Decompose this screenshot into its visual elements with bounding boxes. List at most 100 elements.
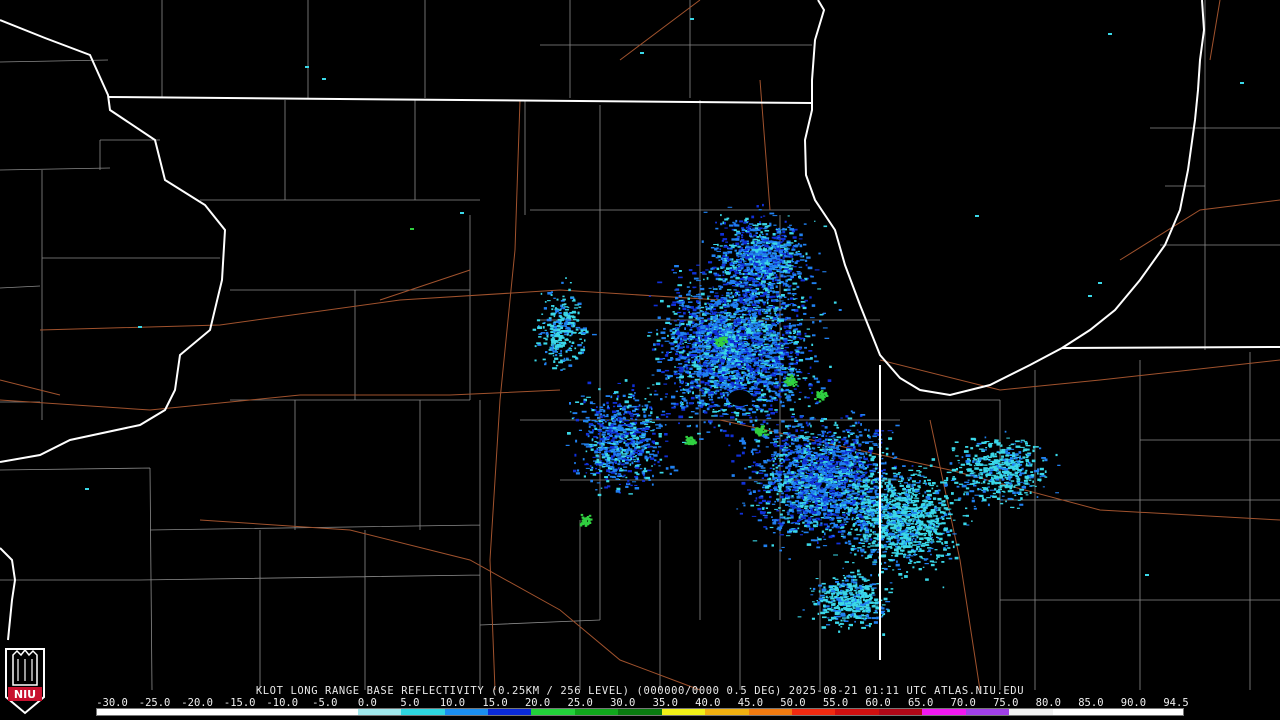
- echo-pixel: [747, 318, 750, 320]
- echo-pixel: [881, 430, 885, 432]
- echo-pixel: [751, 339, 754, 342]
- echo-pixel: [733, 322, 737, 325]
- echo-pixel: [834, 463, 839, 466]
- echo-pixel: [720, 233, 724, 236]
- echo-pixel: [759, 234, 761, 237]
- echo-pixel: [798, 238, 803, 240]
- echo-pixel: [817, 538, 822, 541]
- echo-pixel: [750, 286, 753, 288]
- echo-pixel: [753, 334, 756, 336]
- echo-pixel: [735, 284, 739, 286]
- echo-pixel: [757, 444, 760, 448]
- echo-pixel: [714, 414, 718, 417]
- echo-pixel: [865, 453, 868, 455]
- echo-pixel: [721, 365, 727, 367]
- echo-pixel: [687, 320, 693, 324]
- echo-pixel: [734, 352, 738, 355]
- echo-pixel: [704, 388, 709, 391]
- echo-pixel: [725, 295, 730, 297]
- echo-pixel: [765, 325, 768, 328]
- echo-pixel: [856, 453, 859, 456]
- echo-pixel: [680, 389, 683, 391]
- echo-pixel: [831, 526, 834, 529]
- echo-pixel: [764, 516, 768, 519]
- echo-pixel: [684, 363, 688, 367]
- echo-pixel: [739, 333, 745, 336]
- echo-pixel: [743, 504, 746, 507]
- echo-pixel: [778, 343, 780, 346]
- echo-pixel: [785, 489, 790, 492]
- echo-pixel: [713, 303, 718, 305]
- echo-pixel: [872, 463, 877, 466]
- echo-pixel: [796, 353, 799, 356]
- echo-pixel: [792, 236, 797, 239]
- echo-pixel: [729, 351, 731, 355]
- echo-pixel: [716, 267, 720, 270]
- echo-pixel: [725, 267, 730, 270]
- echo-pixel: [668, 342, 674, 344]
- echo-pixel: [736, 382, 739, 385]
- echo-pixel: [774, 312, 776, 315]
- echo-pixel: [758, 378, 762, 382]
- echo-pixel: [681, 397, 686, 400]
- echo-pixel: [723, 381, 727, 383]
- echo-pixel: [784, 371, 789, 373]
- echo-pixel: [861, 471, 864, 474]
- echo-pixel: [673, 340, 678, 344]
- echo-pixel: [674, 337, 678, 341]
- echo-pixel: [683, 337, 688, 340]
- echo-pixel: [752, 280, 758, 282]
- echo-pixel: [703, 421, 706, 424]
- echo-pixel: [683, 357, 687, 360]
- echo-pixel: [762, 355, 765, 357]
- echo-pixel: [722, 371, 726, 375]
- echo-pixel: [765, 446, 769, 448]
- echo-pixel: [709, 360, 713, 362]
- echo-pixel: [807, 266, 813, 270]
- echo-pixel: [764, 318, 769, 320]
- echo-pixel: [731, 238, 737, 241]
- echo-pixel: [752, 317, 757, 319]
- echo-pixel: [759, 465, 764, 468]
- echo-pixel: [696, 294, 701, 296]
- echo-pixel: [822, 271, 827, 273]
- echo-pixel: [667, 334, 669, 337]
- echo-pixel: [841, 530, 846, 533]
- echo-pixel: [710, 267, 714, 270]
- echo-pixel: [821, 487, 823, 490]
- echo-pixel: [708, 405, 713, 408]
- echo-pixel: [867, 460, 870, 462]
- echo-pixel: [688, 311, 690, 313]
- echo-pixel: [680, 404, 684, 406]
- echo-pixel: [843, 521, 846, 523]
- echo-pixel: [719, 316, 721, 319]
- echo-pixel: [881, 458, 884, 460]
- echo-pixel: [754, 292, 760, 295]
- echo-pixel: [748, 408, 753, 410]
- echo-pixel: [791, 258, 794, 260]
- echo-pixel: [810, 516, 814, 518]
- echo-pixel: [736, 361, 741, 364]
- echo-pixel: [673, 328, 678, 330]
- echo-pixel: [749, 420, 753, 423]
- echo-pixel: [678, 307, 681, 310]
- echo-pixel: [698, 336, 700, 340]
- echo-pixel: [762, 223, 768, 226]
- echo-pixel: [751, 357, 756, 359]
- echo-pixel: [686, 309, 690, 311]
- echo-pixel: [679, 373, 683, 376]
- echo-pixel: [749, 369, 753, 371]
- echo-pixel: [684, 327, 686, 330]
- echo-pixel: [752, 490, 756, 493]
- echo-pixel: [694, 358, 698, 362]
- echo-pixel: [824, 438, 828, 441]
- echo-pixel: [814, 508, 816, 511]
- echo-pixel: [794, 328, 798, 331]
- echo-pixel: [741, 378, 745, 381]
- echo-pixel: [797, 455, 800, 457]
- echo-pixel: [739, 347, 742, 350]
- echo-pixel: [791, 442, 795, 445]
- echo-pixel: [755, 364, 758, 366]
- echo-pixel: [783, 490, 786, 492]
- echo-pixel: [802, 517, 806, 520]
